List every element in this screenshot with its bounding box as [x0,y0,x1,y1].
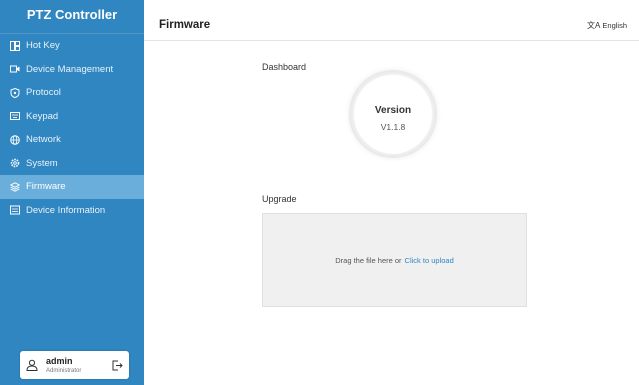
sidebar-item-device-management[interactable]: Device Management [0,58,144,82]
app-title: PTZ Controller [0,0,144,34]
sidebar-item-label: Device Information [26,204,106,216]
user-info: admin Administrator [46,355,112,374]
sidebar-item-label: Protocol [26,87,61,99]
sidebar-item-label: Network [26,134,61,146]
sidebar-item-hot-key[interactable]: Hot Key [0,34,144,58]
upload-drag-text: Drag the file here or [335,255,402,265]
version-title: Version [374,104,412,116]
language-switch[interactable]: 文A English [587,20,627,31]
version-value: V1.1.8 [380,121,406,132]
logout-icon[interactable] [112,360,123,371]
sidebar-nav: Hot Key Device Management Protocol Keypa… [0,34,144,222]
sidebar: PTZ Controller Hot Key Device Management… [0,0,144,385]
user-role: Administrator [46,367,82,374]
sidebar-item-firmware[interactable]: Firmware [0,175,144,199]
page-title: Firmware [159,19,211,31]
user-card: admin Administrator [20,351,129,379]
version-badge: Version V1.1.8 [357,82,429,154]
layers-icon [10,182,20,192]
globe-icon [10,134,20,145]
sidebar-item-label: Device Management [26,63,114,75]
dashboard-label: Dashboard [262,62,307,72]
info-card-icon [10,205,20,215]
language-label: English [602,20,627,30]
upload-dropzone[interactable]: Drag the file here or Click to upload [262,213,527,307]
translate-icon: 文A [587,20,601,30]
sidebar-item-system[interactable]: System [0,152,144,176]
camera-icon [10,64,20,74]
upload-link[interactable]: Click to upload [405,256,454,265]
sidebar-item-label: Hot Key [26,40,60,52]
shield-icon [10,87,20,98]
keyboard-icon [10,111,20,121]
user-name: admin [46,355,73,366]
sidebar-item-protocol[interactable]: Protocol [0,81,144,105]
sidebar-item-network[interactable]: Network [0,128,144,152]
user-icon [26,359,38,371]
sidebar-item-label: Firmware [26,181,66,193]
page-header: Firmware 文A English [144,10,639,41]
sidebar-item-label: System [26,157,58,169]
gear-icon [10,158,20,168]
hotkey-icon [10,40,20,51]
sidebar-item-keypad[interactable]: Keypad [0,105,144,129]
sidebar-item-label: Keypad [26,110,59,122]
sidebar-item-device-information[interactable]: Device Information [0,199,144,223]
upgrade-label: Upgrade [262,194,297,204]
